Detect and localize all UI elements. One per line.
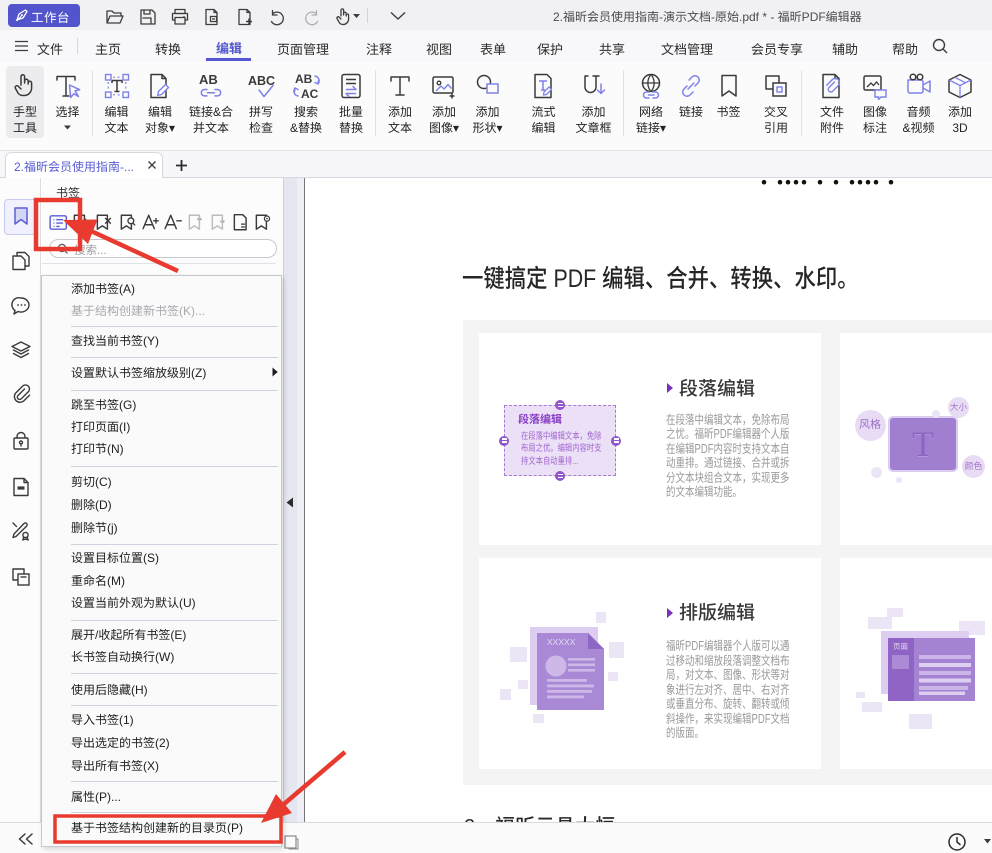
svg-text:AB: AB: [199, 72, 218, 87]
svg-text:AC: AC: [301, 87, 319, 100]
svg-text:AB: AB: [295, 72, 313, 86]
svg-text:页面: 页面: [893, 642, 908, 651]
svg-text:ABC: ABC: [248, 74, 275, 88]
svg-text:XXXXX: XXXXX: [547, 637, 576, 647]
